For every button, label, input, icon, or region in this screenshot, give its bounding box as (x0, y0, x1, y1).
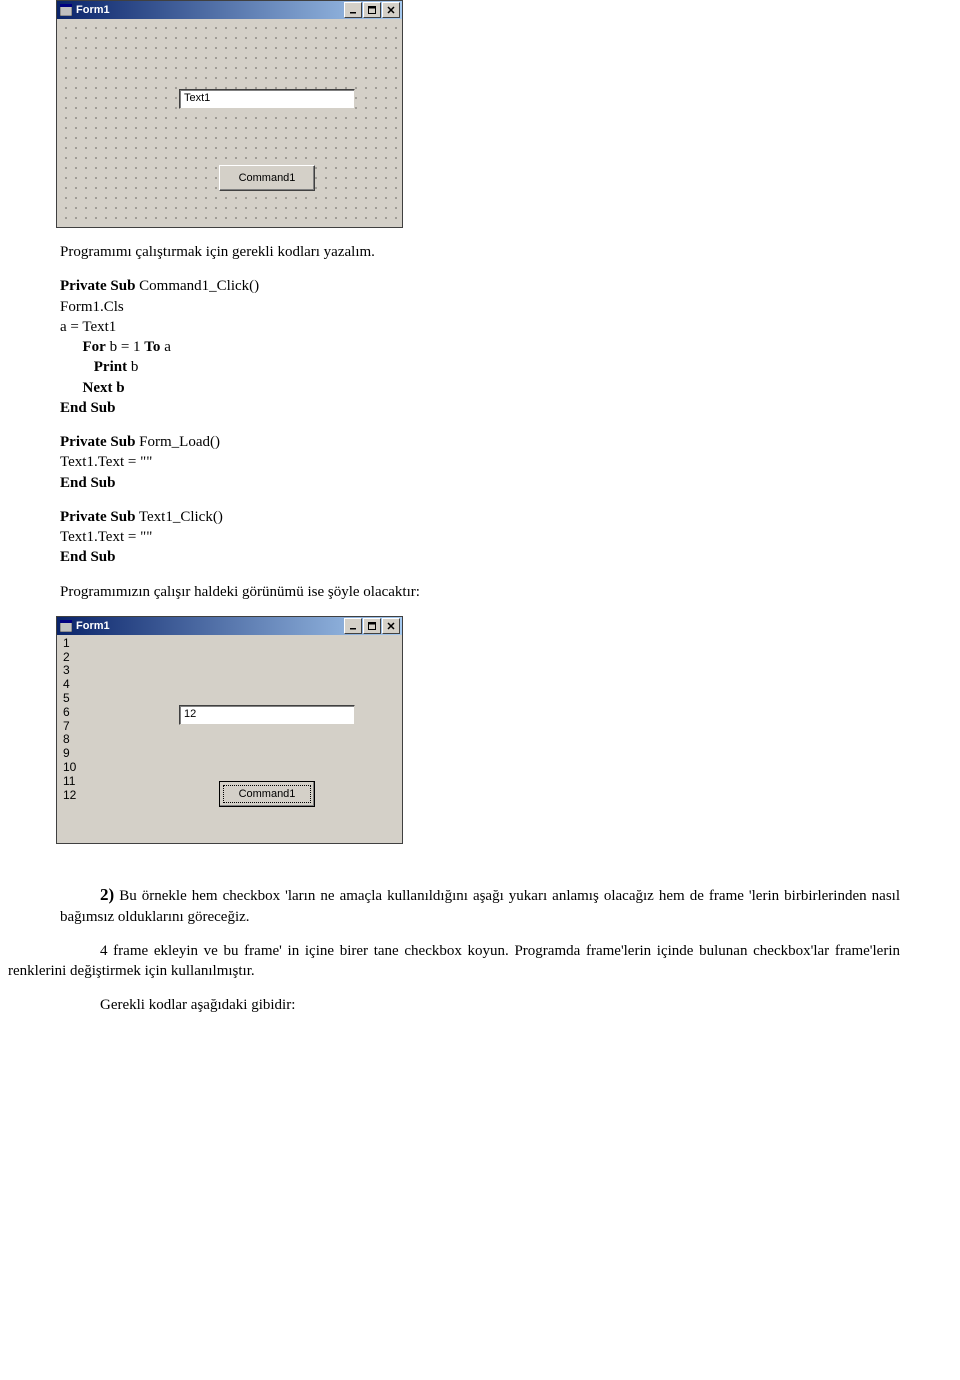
output-line: 4 (63, 678, 76, 692)
form-body: Text1 Command1 (57, 19, 402, 227)
output-line: 2 (63, 651, 76, 665)
minimize-button[interactable] (344, 2, 362, 18)
code-block-1: Private Sub Command1_Click() Form1.Cls a… (60, 276, 900, 418)
output-line: 7 (63, 720, 76, 734)
form-icon (59, 619, 73, 633)
window-controls-2 (344, 618, 400, 634)
maximize-button[interactable] (363, 618, 381, 634)
paragraph-instructions: 4 frame ekleyin ve bu frame' in içine bi… (8, 941, 900, 982)
output-line: 8 (63, 733, 76, 747)
design-grid (57, 19, 402, 227)
output-line: 6 (63, 706, 76, 720)
code-block-3: Private Sub Text1_Click() Text1.Text = "… (60, 507, 900, 568)
window-controls (344, 2, 400, 18)
titlebar-2: Form1 (57, 617, 402, 635)
paragraph-intro: Programımı çalıştırmak için gerekli kodl… (60, 242, 900, 262)
close-button[interactable] (382, 2, 400, 18)
output-line: 11 (63, 775, 76, 789)
command1-button-run[interactable]: Command1 (219, 781, 315, 807)
text1-value-run: 12 (184, 708, 196, 720)
print-output: 1 2 3 4 5 6 7 8 9 10 11 12 (63, 637, 76, 803)
titlebar: Form1 (57, 1, 402, 19)
minimize-button[interactable] (344, 618, 362, 634)
text1-value: Text1 (184, 92, 210, 104)
vb-form-design: Form1 Text1 Command1 (56, 0, 403, 228)
form-body-2: 1 2 3 4 5 6 7 8 9 10 11 12 12 Command1 (57, 635, 402, 843)
output-line: 1 (63, 637, 76, 651)
window-title: Form1 (76, 4, 344, 16)
form-icon (59, 3, 73, 17)
code-block-2: Private Sub Form_Load() Text1.Text = "" … (60, 432, 900, 493)
command1-button[interactable]: Command1 (219, 165, 315, 191)
close-button[interactable] (382, 618, 400, 634)
output-line: 12 (63, 789, 76, 803)
output-line: 3 (63, 664, 76, 678)
output-line: 10 (63, 761, 76, 775)
paragraph-run: Programımızın çalışır haldeki görünümü i… (60, 582, 900, 602)
paragraph-example2: 2) Bu örnekle hem checkbox 'ların ne ama… (60, 884, 900, 927)
text1-textbox[interactable]: Text1 (179, 89, 355, 109)
text1-textbox-run[interactable]: 12 (179, 705, 355, 725)
window-title-2: Form1 (76, 620, 344, 632)
paragraph-code-follows: Gerekli kodlar aşağıdaki gibidir: (60, 995, 900, 1015)
output-line: 9 (63, 747, 76, 761)
section-number: 2) (100, 885, 114, 904)
vb-form-runtime: Form1 1 2 3 4 5 6 7 (56, 616, 403, 844)
command1-label: Command1 (239, 172, 296, 184)
command1-label-run: Command1 (239, 788, 296, 800)
maximize-button[interactable] (363, 2, 381, 18)
output-line: 5 (63, 692, 76, 706)
